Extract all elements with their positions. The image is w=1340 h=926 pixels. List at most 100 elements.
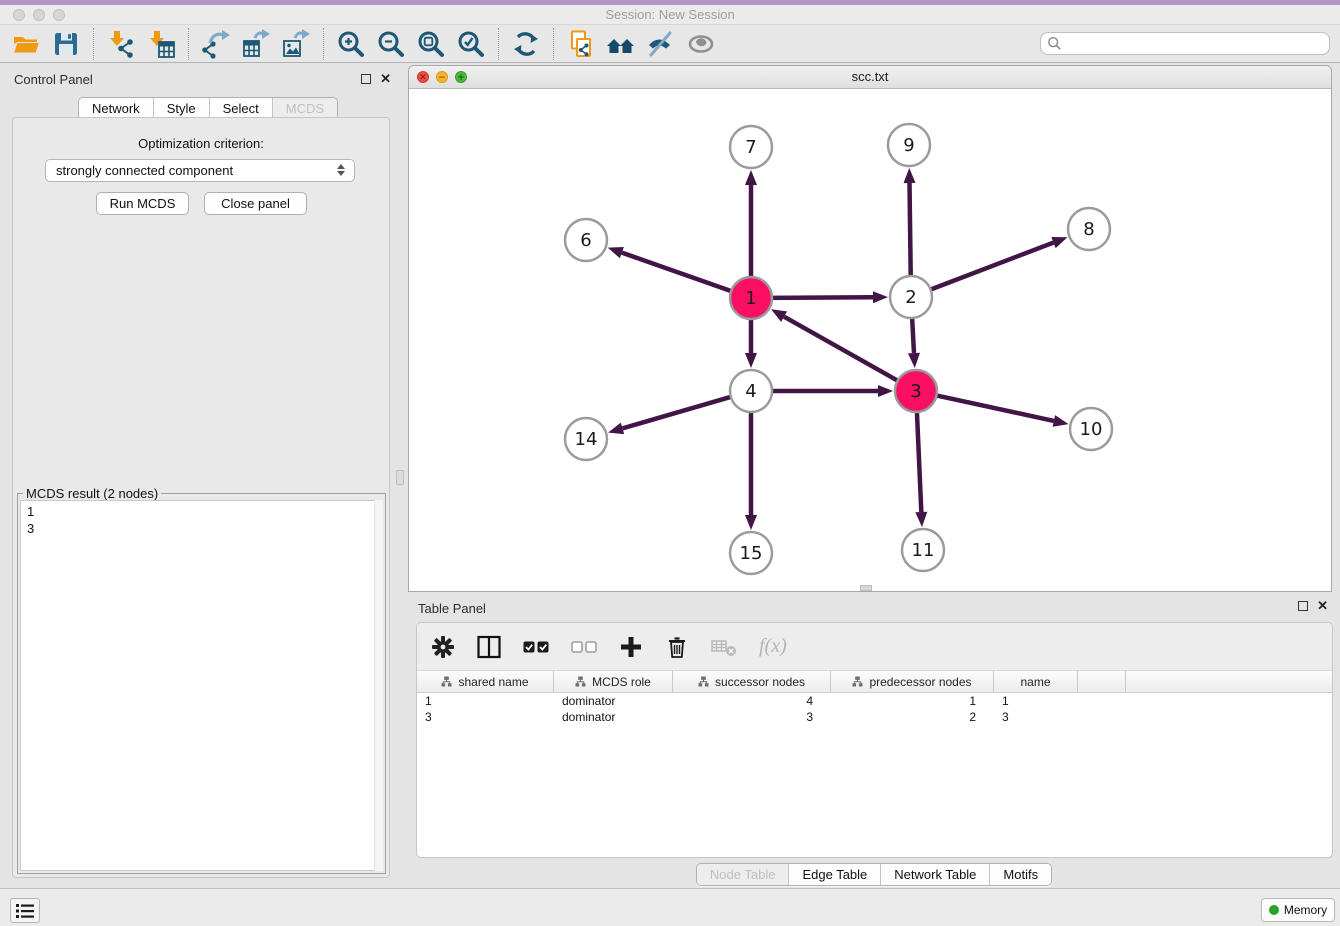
column-header-predecessor-nodes[interactable]: predecessor nodes <box>831 671 994 692</box>
graph-node-4[interactable]: 4 <box>730 370 772 412</box>
graph-node-7[interactable]: 7 <box>730 126 772 168</box>
close-view-button[interactable]: ✕ <box>417 71 429 83</box>
mcds-result-text[interactable]: 13 <box>20 500 383 871</box>
table-settings-button[interactable] <box>431 635 455 659</box>
hide-columns-button[interactable] <box>571 635 597 659</box>
hide-panels-button[interactable] <box>641 27 681 61</box>
criterion-select[interactable]: strongly connected component <box>45 159 355 182</box>
graph-node-2[interactable]: 2 <box>890 276 932 318</box>
toolbar-separator <box>93 28 94 60</box>
cell-name[interactable]: 1 <box>994 693 1078 709</box>
column-header-name[interactable]: name <box>994 671 1078 692</box>
zoom-in-button[interactable] <box>331 27 371 61</box>
zoom-out-button[interactable] <box>371 27 411 61</box>
add-row-button[interactable] <box>619 635 643 659</box>
cell-mcds-role[interactable]: dominator <box>554 693 673 709</box>
export-image-button[interactable] <box>276 27 316 61</box>
table-row[interactable]: 3dominator323 <box>417 709 1332 725</box>
memory-button[interactable]: Memory <box>1261 898 1335 922</box>
table-tab-node-table[interactable]: Node Table <box>697 864 790 885</box>
close-window-button[interactable] <box>13 9 25 21</box>
cell-shared-name[interactable]: 3 <box>417 709 554 725</box>
function-builder-button[interactable]: f(x) <box>759 635 787 658</box>
import-network-button[interactable] <box>101 27 141 61</box>
network-title: scc.txt <box>409 66 1331 88</box>
delete-row-button[interactable] <box>665 635 689 659</box>
search-box[interactable] <box>1040 32 1330 55</box>
home-button[interactable] <box>601 27 641 61</box>
graph-edge-1-2[interactable] <box>770 297 873 298</box>
float-table-panel-button[interactable] <box>1298 601 1308 611</box>
column-header-shared-name[interactable]: shared name <box>417 671 554 692</box>
graph-edge-3-10[interactable] <box>935 395 1054 421</box>
graph-node-1[interactable]: 1 <box>730 277 772 319</box>
refresh-button[interactable] <box>506 27 546 61</box>
zoom-window-button[interactable] <box>53 9 65 21</box>
float-panel-button[interactable] <box>361 74 371 84</box>
toolbar-separator <box>498 28 499 60</box>
table-tab-edge-table[interactable]: Edge Table <box>789 864 881 885</box>
mcds-result-title: MCDS result (2 nodes) <box>23 486 161 501</box>
minimize-window-button[interactable] <box>33 9 45 21</box>
column-header-successor-nodes[interactable]: successor nodes <box>673 671 831 692</box>
split-panel-button[interactable] <box>477 635 501 659</box>
tab-mcds[interactable]: MCDS <box>273 98 337 119</box>
save-session-button[interactable] <box>46 27 86 61</box>
zoom-selected-button[interactable] <box>451 27 491 61</box>
cell-shared-name[interactable]: 1 <box>417 693 554 709</box>
export-table-button[interactable] <box>236 27 276 61</box>
graph-edge-2-3[interactable] <box>912 316 914 353</box>
import-table-button[interactable] <box>141 27 181 61</box>
view-divider-grip[interactable] <box>860 585 872 591</box>
column-label: name <box>1020 675 1050 689</box>
search-input[interactable] <box>1062 34 1329 53</box>
run-mcds-button[interactable]: Run MCDS <box>96 192 189 215</box>
graph-node-8[interactable]: 8 <box>1068 208 1110 250</box>
tab-network[interactable]: Network <box>79 98 154 119</box>
show-panel-button[interactable] <box>681 27 721 61</box>
maximize-view-button[interactable]: + <box>455 71 467 83</box>
network-window-titlebar[interactable]: ✕ − + scc.txt <box>409 66 1331 89</box>
graph-edge-3-11[interactable] <box>917 410 921 512</box>
graph-edge-4-14[interactable] <box>622 396 732 428</box>
cell-successor-nodes[interactable]: 4 <box>673 693 831 709</box>
window-controls <box>13 9 65 21</box>
cell-name[interactable]: 3 <box>994 709 1078 725</box>
graph-node-9[interactable]: 9 <box>888 124 930 166</box>
cell-mcds-role[interactable]: dominator <box>554 709 673 725</box>
delete-table-button[interactable] <box>711 635 737 659</box>
graph-edge-2-9[interactable] <box>910 183 911 278</box>
table-tab-network-table[interactable]: Network Table <box>881 864 990 885</box>
close-panel-button[interactable]: ✕ <box>380 74 391 84</box>
graph-node-15[interactable]: 15 <box>730 532 772 574</box>
cell-predecessor-nodes[interactable]: 2 <box>831 709 994 725</box>
graph-edge-1-6[interactable] <box>622 253 733 292</box>
export-network-button[interactable] <box>196 27 236 61</box>
duplicate-network-button[interactable] <box>561 27 601 61</box>
panels-menu-button[interactable] <box>10 898 40 923</box>
graph-node-3[interactable]: 3 <box>895 370 937 412</box>
zoom-fit-button[interactable] <box>411 27 451 61</box>
column-header-mcds-role[interactable]: MCDS role <box>554 671 673 692</box>
close-panel-button-secondary[interactable]: Close panel <box>204 192 307 215</box>
column-type-icon <box>575 676 586 687</box>
tab-style[interactable]: Style <box>154 98 210 119</box>
graph-node-10[interactable]: 10 <box>1070 408 1112 450</box>
graph-node-11[interactable]: 11 <box>902 529 944 571</box>
network-canvas[interactable]: 1 2 3 4 6 7 8 9 10 11 14 15 <box>409 89 1331 592</box>
open-session-button[interactable] <box>6 27 46 61</box>
graph-edge-2-8[interactable] <box>929 243 1054 291</box>
close-table-panel-button[interactable]: ✕ <box>1317 601 1328 611</box>
tab-select[interactable]: Select <box>210 98 273 119</box>
minimize-view-button[interactable]: − <box>436 71 448 83</box>
cell-successor-nodes[interactable]: 3 <box>673 709 831 725</box>
graph-node-14[interactable]: 14 <box>565 418 607 460</box>
table-row[interactable]: 1dominator411 <box>417 693 1332 709</box>
table-tab-motifs[interactable]: Motifs <box>990 864 1051 885</box>
graph-node-6[interactable]: 6 <box>565 219 607 261</box>
show-columns-button[interactable] <box>523 635 549 659</box>
result-scrollbar[interactable] <box>374 500 383 871</box>
panel-divider-grip[interactable] <box>396 470 404 485</box>
graph-edge-3-1[interactable] <box>784 317 899 382</box>
cell-predecessor-nodes[interactable]: 1 <box>831 693 994 709</box>
